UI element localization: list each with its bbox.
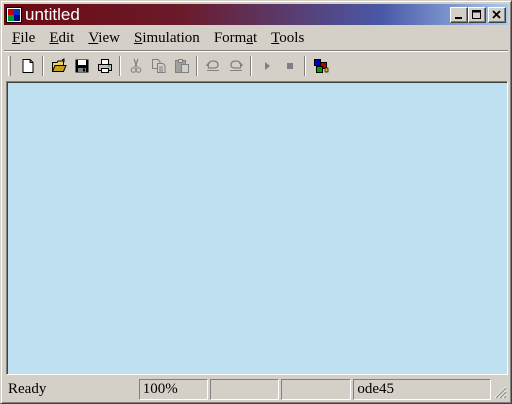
new-model-button[interactable] (16, 55, 39, 77)
copy-icon (151, 58, 165, 73)
toolbar (4, 53, 508, 78)
toolbar-separator (304, 55, 306, 76)
menu-edit[interactable]: Edit (43, 28, 80, 48)
open-folder-icon (51, 57, 67, 72)
toolbar-separator (42, 55, 44, 76)
menu-format[interactable]: Format (208, 28, 263, 48)
toolbar-grip[interactable] (8, 55, 11, 76)
status-field-3 (209, 379, 280, 400)
simulink-model-icon[interactable] (6, 6, 22, 23)
paste-icon (174, 58, 189, 73)
paste-button[interactable] (170, 55, 193, 77)
status-text: Ready (4, 379, 137, 400)
close-button[interactable] (488, 6, 506, 23)
print-icon (97, 58, 112, 73)
minimize-button[interactable] (450, 6, 468, 23)
library-browser-button[interactable] (309, 55, 332, 77)
model-window: untitled File Edit View Simulation Forma… (0, 0, 512, 404)
menu-view[interactable]: View (82, 28, 126, 48)
toolbar-separator (119, 55, 121, 76)
maximize-icon (472, 9, 481, 19)
status-field-4 (281, 379, 352, 400)
start-simulation-button[interactable] (255, 55, 278, 77)
undo-icon (205, 59, 219, 71)
undo-button[interactable] (201, 55, 224, 77)
zoom-level: 100% (138, 379, 208, 400)
menu-simulation[interactable]: Simulation (128, 28, 206, 48)
print-button[interactable] (93, 55, 116, 77)
redo-button[interactable] (224, 55, 247, 77)
maximize-button[interactable] (468, 6, 486, 23)
stop-simulation-button[interactable] (278, 55, 301, 77)
redo-icon (229, 59, 243, 71)
minimize-icon (455, 16, 462, 19)
solver-name: ode45 (353, 379, 492, 400)
status-bar: Ready 100% ode45 (4, 378, 508, 401)
window-title: untitled (25, 5, 80, 24)
resize-grip-icon[interactable] (493, 385, 507, 399)
model-canvas[interactable] (6, 81, 508, 375)
library-browser-icon (313, 58, 328, 73)
save-button[interactable] (70, 55, 93, 77)
toolbar-separator (196, 55, 198, 76)
start-simulation-icon (264, 61, 270, 70)
new-document-icon (22, 58, 33, 73)
cut-button[interactable] (124, 55, 147, 77)
title-bar[interactable]: untitled (4, 4, 508, 25)
cut-icon (130, 58, 141, 73)
toolbar-separator (250, 55, 252, 76)
menu-file[interactable]: File (4, 28, 41, 48)
stop-simulation-icon (286, 62, 293, 69)
open-button[interactable] (47, 55, 70, 77)
toolbar-divider (4, 50, 508, 52)
menu-tools[interactable]: Tools (265, 28, 310, 48)
save-icon (75, 59, 88, 72)
close-icon (492, 9, 501, 19)
menu-bar: File Edit View Simulation Format Tools (4, 27, 508, 49)
copy-button[interactable] (147, 55, 170, 77)
